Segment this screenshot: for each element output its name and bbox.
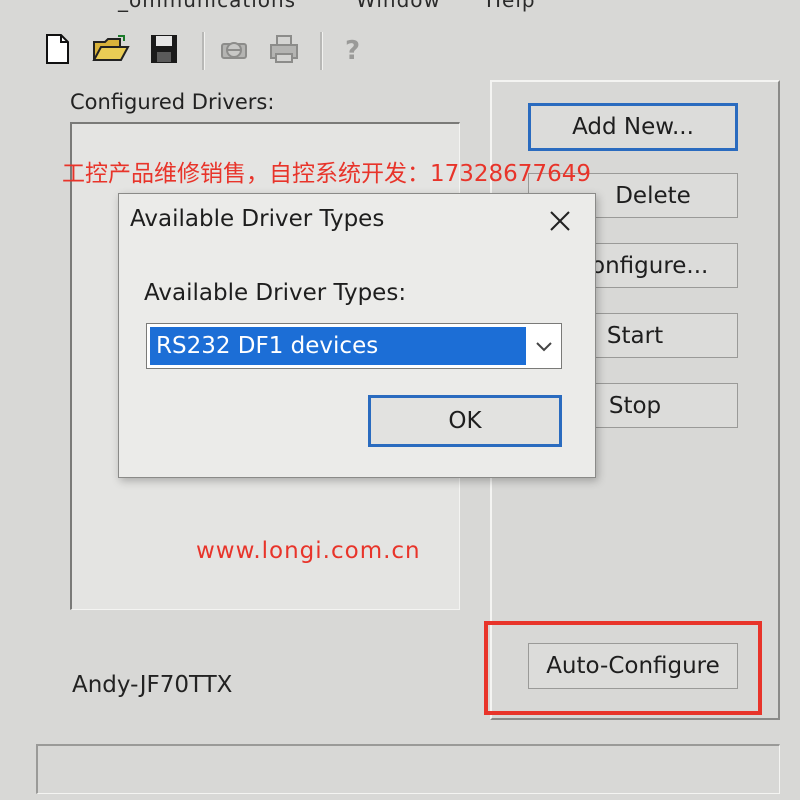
menu-item-window[interactable]: Window xyxy=(356,0,441,12)
toolbar: ? xyxy=(0,28,800,72)
available-driver-types-dialog: Available Driver Types Available Driver … xyxy=(118,193,596,478)
svg-text:?: ? xyxy=(345,36,360,66)
watermark-url-text: www.longi.com.cn xyxy=(196,538,421,564)
help-question-icon[interactable]: ? xyxy=(336,32,368,66)
print-icon[interactable] xyxy=(268,32,300,66)
menu-item-file[interactable]: ▔▔▔ xyxy=(4,0,53,12)
new-document-icon[interactable] xyxy=(42,32,74,66)
open-folder-icon[interactable] xyxy=(92,32,130,66)
driver-types-selected-value: RS232 DF1 devices xyxy=(150,327,526,365)
toolbar-separator xyxy=(202,32,205,70)
menu-bar: ▔▔▔ _ommunications Window Help xyxy=(0,0,800,14)
configured-drivers-label: Configured Drivers: xyxy=(70,90,275,114)
ok-button[interactable]: OK xyxy=(368,395,562,447)
toolbar-separator xyxy=(320,32,323,70)
watermark-contact-text: 工控产品维修销售，自控系统开发：17328677649 xyxy=(62,161,591,187)
chevron-down-icon[interactable] xyxy=(531,332,557,360)
print-preview-icon[interactable] xyxy=(218,32,250,66)
menu-item-communications[interactable]: _ommunications xyxy=(118,0,296,12)
dialog-title: Available Driver Types xyxy=(130,206,385,232)
start-button-label: Start xyxy=(606,322,664,349)
save-disk-icon[interactable] xyxy=(148,32,180,66)
driver-types-select[interactable]: RS232 DF1 devices xyxy=(146,323,562,369)
stop-button-label: Stop xyxy=(608,392,662,419)
driver-types-label: Available Driver Types: xyxy=(144,280,407,306)
add-new-button[interactable]: Add New... xyxy=(528,103,738,151)
menu-item-help[interactable]: Help xyxy=(486,0,536,12)
status-bar xyxy=(36,744,780,794)
close-icon[interactable] xyxy=(545,206,575,236)
auto-configure-highlight xyxy=(484,621,762,715)
node-name-label: Andy-JF70TTX xyxy=(72,672,233,698)
